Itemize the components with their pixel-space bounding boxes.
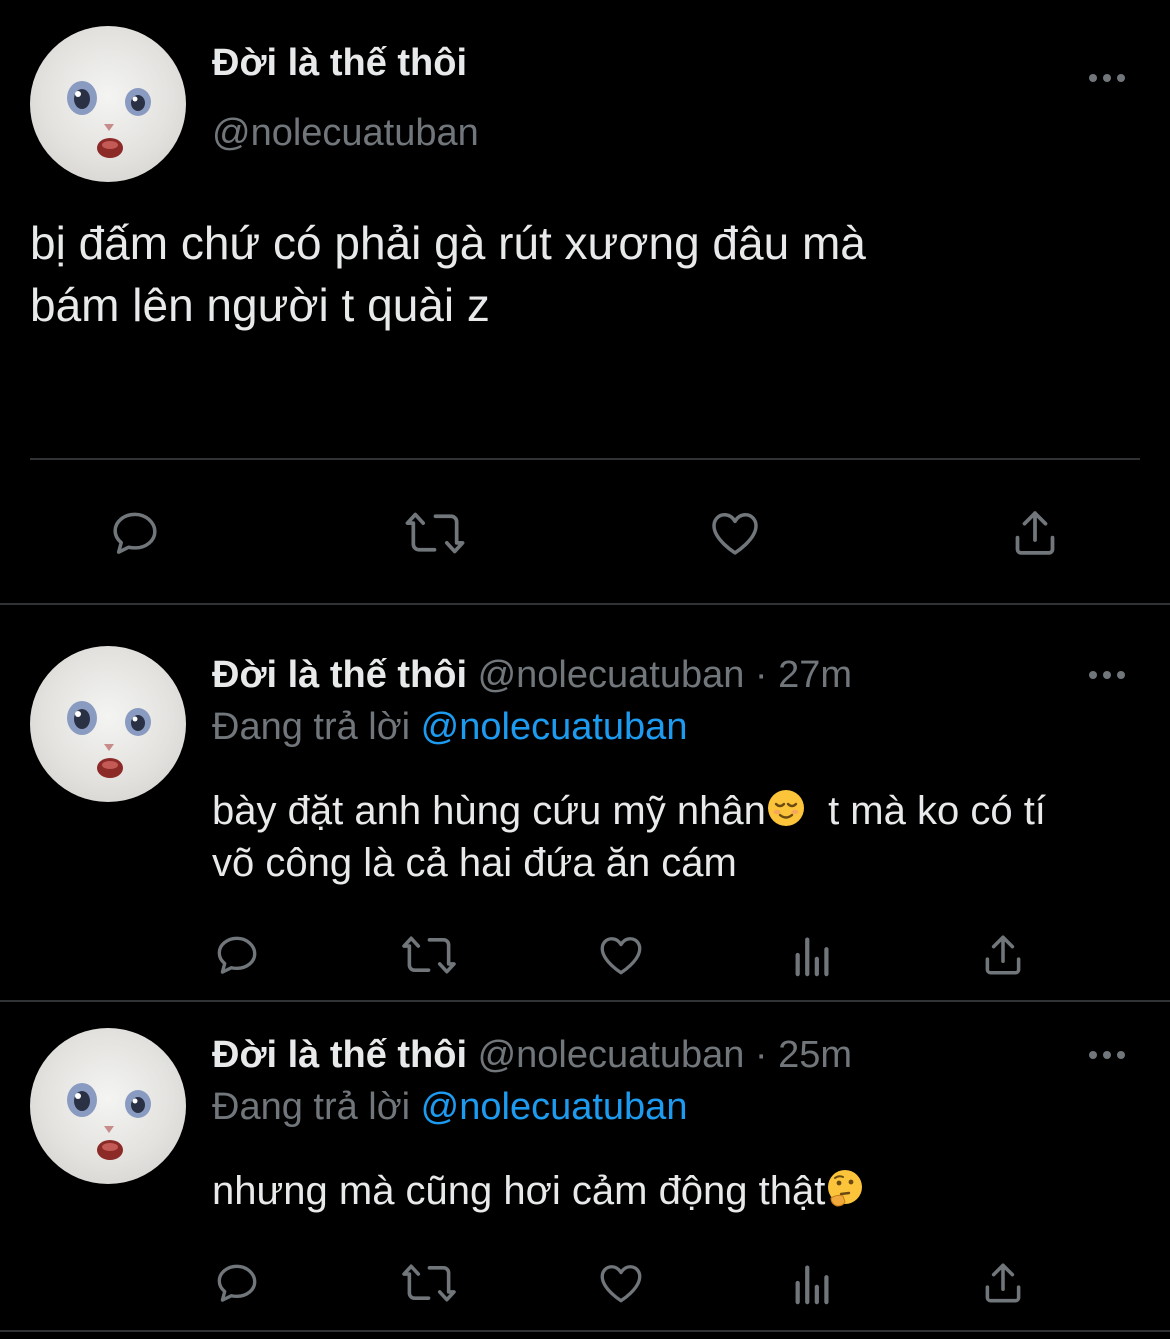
display-name[interactable]: Đời là thế thôi (212, 40, 467, 86)
reply-text-line: võ công là cả hai đứa ăn cám (212, 841, 737, 885)
divider (30, 458, 1140, 460)
replying-to-prefix: Đang trả lời (212, 706, 411, 748)
thinking-face-emoji (828, 1170, 863, 1207)
divider (0, 1330, 1170, 1332)
handle[interactable]: @nolecuatuban (212, 110, 479, 156)
heart-icon (712, 513, 758, 555)
analytics-icon (795, 1265, 829, 1305)
reply-icon (217, 936, 257, 974)
tweet-text-line: bám lên người t quài z (30, 279, 490, 331)
timestamp[interactable]: · 27m (755, 654, 852, 696)
analytics-button[interactable] (784, 1254, 842, 1312)
share-button[interactable] (974, 926, 1032, 984)
reply-text-line: nhưng mà cũng hơi cảm động thật (212, 1166, 865, 1216)
reply-header: Đời là thế thôi @nolecuatuban · 27m (212, 652, 852, 698)
share-icon (985, 1263, 1021, 1303)
reply-button[interactable] (208, 926, 266, 984)
cat-avatar-image (67, 1083, 151, 1160)
share-icon (1015, 511, 1055, 555)
retweet-icon (405, 512, 465, 554)
display-name[interactable]: Đời là thế thôi (212, 654, 467, 696)
like-button[interactable] (700, 498, 770, 568)
analytics-icon (795, 937, 829, 977)
divider (0, 1000, 1170, 1002)
retweet-button[interactable] (400, 498, 470, 568)
share-button[interactable] (1000, 498, 1070, 568)
retweet-icon (402, 1264, 456, 1302)
retweet-button[interactable] (398, 1254, 460, 1312)
analytics-button[interactable] (784, 926, 842, 984)
replying-to-link[interactable]: @nolecuatuban (421, 706, 688, 748)
reply-button[interactable] (208, 1254, 266, 1312)
like-button[interactable] (592, 926, 650, 984)
replying-to: Đang trả lời @nolecuatuban (212, 1084, 687, 1130)
retweet-icon (402, 936, 456, 974)
reply-icon (217, 1264, 257, 1302)
relieved-face-emoji (767, 790, 804, 826)
handle[interactable]: @nolecuatuban (478, 1034, 745, 1076)
handle[interactable]: @nolecuatuban (478, 654, 745, 696)
replying-to-link[interactable]: @nolecuatuban (421, 1086, 688, 1128)
cat-avatar-image (67, 81, 151, 158)
replying-to-prefix: Đang trả lời (212, 1086, 411, 1128)
divider (0, 603, 1170, 605)
reply-text-part: t mà ko có tí (828, 789, 1046, 833)
more-icon[interactable] (1087, 1045, 1127, 1065)
more-icon[interactable] (1087, 68, 1127, 88)
like-button[interactable] (592, 1254, 650, 1312)
heart-icon (600, 1265, 642, 1303)
reply-button[interactable] (100, 498, 170, 568)
display-name[interactable]: Đời là thế thôi (212, 1034, 467, 1076)
timestamp[interactable]: · 25m (755, 1034, 852, 1076)
avatar[interactable] (30, 1028, 186, 1184)
more-icon[interactable] (1087, 665, 1127, 685)
tweet-text-line: bị đấm chứ có phải gà rút xương đâu mà (30, 217, 866, 269)
share-button[interactable] (974, 1254, 1032, 1312)
reply-text-part: nhưng mà cũng hơi cảm động thật (212, 1169, 826, 1213)
heart-icon (600, 937, 642, 975)
retweet-button[interactable] (398, 926, 460, 984)
share-icon (985, 935, 1021, 975)
avatar[interactable] (30, 26, 186, 182)
reply-icon (113, 512, 157, 554)
reply-header: Đời là thế thôi @nolecuatuban · 25m (212, 1032, 852, 1078)
reply-text-part: bày đặt anh hùng cứu mỹ nhân (212, 789, 766, 833)
avatar[interactable] (30, 646, 186, 802)
replying-to: Đang trả lời @nolecuatuban (212, 704, 687, 750)
reply-text-line: bày đặt anh hùng cứu mỹ nhân t mà ko có … (212, 786, 1046, 836)
cat-avatar-image (67, 701, 151, 778)
